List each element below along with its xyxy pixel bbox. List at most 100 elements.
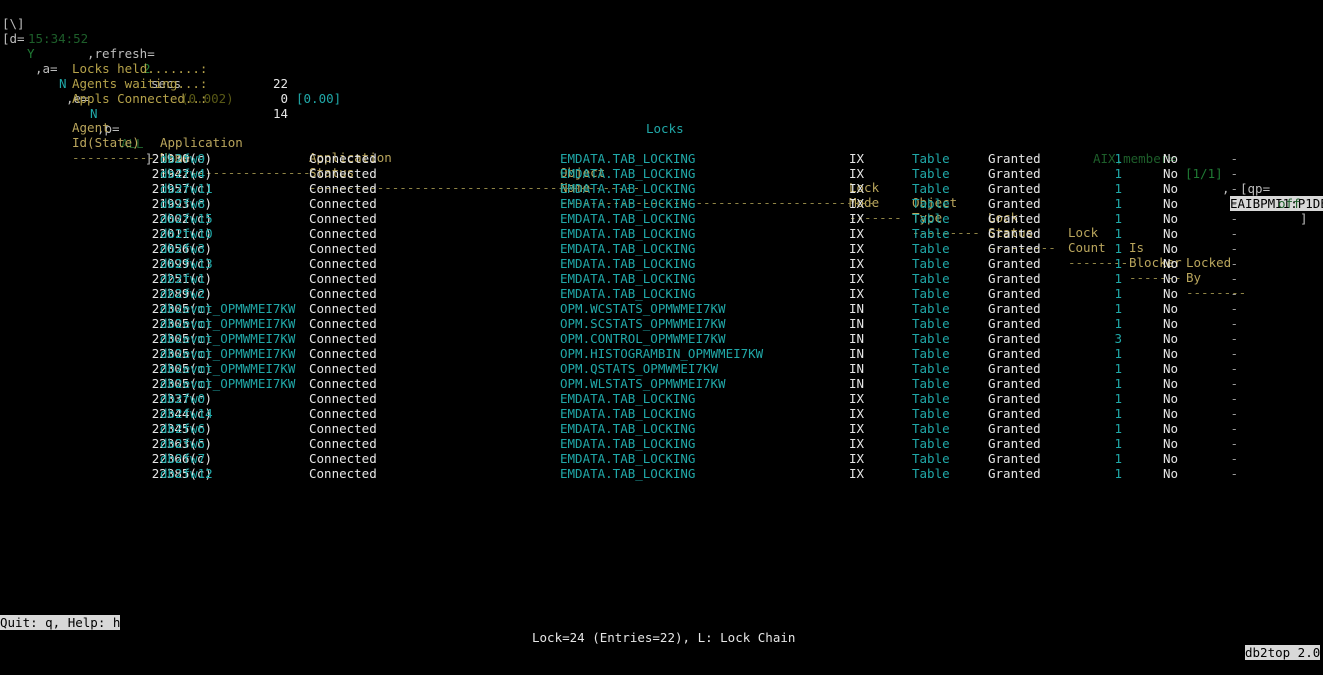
cell-lock-status: Granted [988,361,1041,376]
cell-object-type: Table [912,451,950,466]
cell-locked-by: - [1230,151,1238,166]
cell-locked-by: - [1230,226,1238,241]
table-row[interactable]: 22099(c) db2fw13 Connected EMDATA.TAB_LOCKI… [0,256,1323,271]
quit-help-hint[interactable]: Quit: q, Help: h [0,615,121,630]
cell-lock-mode: IX [849,466,865,481]
cell-lock-status: Granted [988,211,1041,226]
table-row[interactable]: 22289(c) db2fw2 Connected EMDATA.TAB_LOCKIN… [0,286,1323,301]
cell-lock-mode: IX [849,271,865,286]
cell-lock-status: Granted [988,406,1041,421]
table-row[interactable]: 22011(c) db2fw10 Connected EMDATA.TAB_LOCKI… [0,226,1323,241]
cell-locked-by: - [1230,166,1238,181]
cell-lock-mode: IX [849,391,865,406]
cell-object-name: EMDATA.TAB_LOCKING [560,436,696,451]
cell-object-type: Table [912,226,950,241]
cell-application-name: db2fw12 [160,466,213,481]
cell-lock-mode: IX [849,451,865,466]
table-row[interactable]: 22305(c) db2evmt_OPMWMEI7KW Connected OPM.S… [0,316,1323,331]
cell-is-blocker: No [1162,346,1178,361]
cell-object-type: Table [912,166,950,181]
cell-application-status: Connected [309,226,377,241]
table-row[interactable]: 22363(c) db2fw5 Connected EMDATA.TAB_LOCKIN… [0,436,1323,451]
cell-application-name: db2fw9 [160,151,206,166]
table-row[interactable]: 21957(c) db2fw11 Connected EMDATA.TAB_LOCKI… [0,181,1323,196]
table-row[interactable]: 22305(c) db2evmt_OPMWMEI7KW Connected OPM.H… [0,346,1323,361]
header-line-2: [d= Y ,a= N ,e= N ,p= ALL ] [qp= off ] [0,16,1323,226]
cell-locked-by: - [1230,196,1238,211]
cell-object-type: Table [912,361,950,376]
cell-object-name: EMDATA.TAB_LOCKING [560,406,696,421]
cell-application-name: db2fw8 [160,196,206,211]
cell-lock-count: 1 [1114,361,1122,376]
cell-is-blocker: No [1162,181,1178,196]
cell-lock-mode: IX [849,226,865,241]
cell-object-name: OPM.QSTATS_OPMWMEI7KW [560,361,719,376]
cell-object-name: EMDATA.TAB_LOCKING [560,211,696,226]
cell-is-blocker: No [1162,376,1178,391]
table-row[interactable]: 22337(c) db2fw0 Connected EMDATA.TAB_LOCKIN… [0,391,1323,406]
header-line-1: [\] 15:34:52 ,refresh= 2 secs (0.002) Lo… [0,1,1323,211]
cell-application-name: db2fw11 [160,181,213,196]
table-row[interactable]: 22344(c) db2fw14 Connected EMDATA.TAB_LOCKI… [0,406,1323,421]
cell-application-name: db2fw7 [160,451,206,466]
cell-is-blocker: No [1162,226,1178,241]
cell-lock-count: 1 [1114,466,1122,481]
table-row[interactable]: 22345(c) db2fw6 Connected EMDATA.TAB_LOCKIN… [0,421,1323,436]
table-row[interactable]: 21942(c) db2fw4 Connected EMDATA.TAB_LOCKIN… [0,166,1323,181]
cell-application-status: Connected [309,241,377,256]
table-row[interactable]: 22002(c) db2fw15 Connected EMDATA.TAB_LOCKI… [0,211,1323,226]
table-row[interactable]: 21993(c) db2fw8 Connected EMDATA.TAB_LOCKIN… [0,196,1323,211]
app-version: db2top 2.0 [1245,645,1321,660]
cell-object-name: OPM.CONTROL_OPMWMEI7KW [560,331,726,346]
status-bar: Quit: q, Help: h Lock=24 (Entries=22), L… [0,600,1323,660]
table-row[interactable]: 22385(c) db2fw12 Connected EMDATA.TAB_LOCKI… [0,466,1323,481]
cell-is-blocker: No [1162,331,1178,346]
cell-locked-by: - [1230,271,1238,286]
cell-object-name: EMDATA.TAB_LOCKING [560,256,696,271]
cell-application-name: db2fw5 [160,436,206,451]
cell-lock-count: 1 [1114,196,1122,211]
cell-application-status: Connected [309,331,377,346]
cell-object-type: Table [912,331,950,346]
table-row[interactable]: 22305(c) db2evmt_OPMWMEI7KW Connected OPM.W… [0,301,1323,316]
stat-row-locks-held: Locks held.......: 22 [0.00] [0,46,1323,106]
cell-object-type: Table [912,436,950,451]
cell-object-type: Table [912,301,950,316]
cell-object-type: Table [912,391,950,406]
cell-lock-mode: IN [849,301,865,316]
cell-lock-mode: IX [849,406,865,421]
cell-is-blocker: No [1162,286,1178,301]
cell-application-name: db2fw0 [160,391,206,406]
cell-is-blocker: No [1162,301,1178,316]
cell-locked-by: - [1230,346,1238,361]
cell-object-type: Table [912,196,950,211]
table-row[interactable]: 22305(c) db2evmt_OPMWMEI7KW Connected OPM.Q… [0,361,1323,376]
cell-lock-mode: IX [849,421,865,436]
table-row[interactable]: 22305(c) db2evmt_OPMWMEI7KW Connected OPM.C… [0,331,1323,346]
cell-object-name: EMDATA.TAB_LOCKING [560,196,696,211]
table-row[interactable]: 22251(c) db2fw1 Connected EMDATA.TAB_LOCKIN… [0,271,1323,286]
cell-locked-by: - [1230,256,1238,271]
cell-object-type: Table [912,256,950,271]
table-row[interactable]: 22056(c) db2fw3 Connected EMDATA.TAB_LOCKIN… [0,241,1323,256]
table-row[interactable]: 22366(c) db2fw7 Connected EMDATA.TAB_LOCKIN… [0,451,1323,466]
cell-object-name: OPM.SCSTATS_OPMWMEI7KW [560,316,726,331]
table-row[interactable]: 22305(c) db2evmt_OPMWMEI7KW Connected OPM.W… [0,376,1323,391]
cell-application-name: db2fw1 [160,271,206,286]
cell-is-blocker: No [1162,211,1178,226]
cell-is-blocker: No [1162,421,1178,436]
table-header-line-2: Id(State) Name Status Name Mode Type Sta… [0,120,1323,285]
cell-object-name: EMDATA.TAB_LOCKING [560,391,696,406]
cell-is-blocker: No [1162,256,1178,271]
cell-is-blocker: No [1162,391,1178,406]
table-row[interactable]: 21930(c) db2fw9 Connected EMDATA.TAB_LOCKIN… [0,151,1323,166]
cell-lock-status: Granted [988,316,1041,331]
cell-lock-count: 1 [1114,406,1122,421]
cell-object-type: Table [912,406,950,421]
cell-lock-count: 1 [1114,301,1122,316]
cell-application-status: Connected [309,196,377,211]
cell-lock-count: 1 [1114,241,1122,256]
cell-locked-by: - [1230,361,1238,376]
cell-object-name: EMDATA.TAB_LOCKING [560,241,696,256]
stat-row-appls-connected: Appls Connected..: 14 [0,76,1323,121]
